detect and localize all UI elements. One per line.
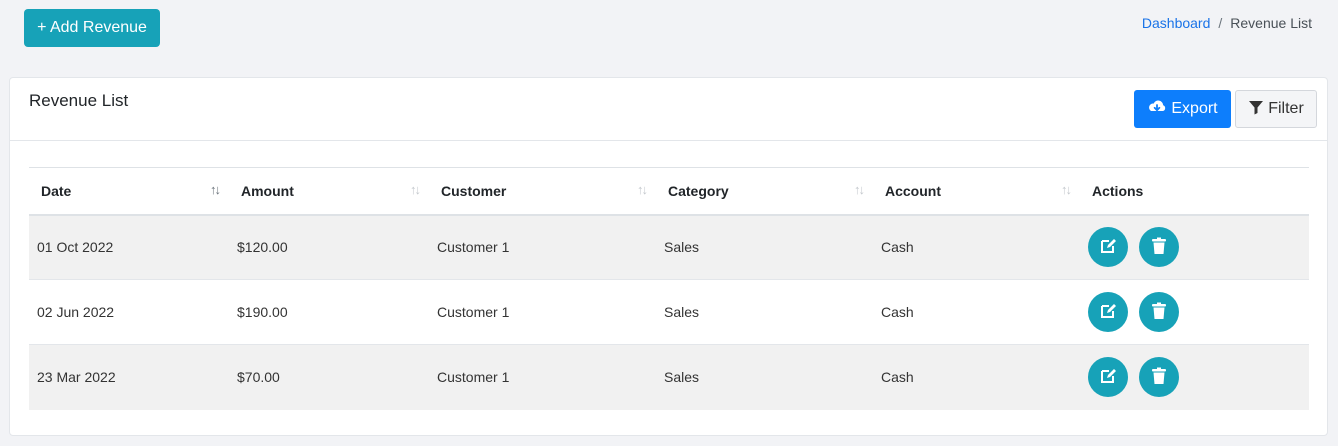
cell-actions bbox=[1080, 345, 1309, 410]
cell-account: Cash bbox=[881, 369, 914, 386]
revenue-table: Date ↑↓ Amount ↑↓ Customer ↑↓ Category ↑↓ Ac… bbox=[29, 167, 1309, 410]
cell-category: Sales bbox=[664, 239, 700, 256]
header-actions: Export Filter bbox=[1134, 90, 1317, 128]
filter-button[interactable]: Filter bbox=[1235, 90, 1317, 128]
sort-icon[interactable]: ↑↓ bbox=[854, 182, 865, 197]
card-header: Revenue List Export Filter bbox=[10, 78, 1327, 141]
delete-button[interactable] bbox=[1139, 292, 1179, 332]
trash-icon bbox=[1151, 367, 1167, 388]
filter-label: Filter bbox=[1268, 100, 1304, 117]
export-button[interactable]: Export bbox=[1134, 90, 1231, 128]
column-header-date[interactable]: Date ↑↓ bbox=[29, 168, 229, 215]
cell-customer: Customer 1 bbox=[437, 239, 510, 256]
delete-button[interactable] bbox=[1139, 227, 1179, 268]
edit-icon bbox=[1099, 367, 1117, 388]
cell-account: Cash bbox=[881, 304, 914, 320]
trash-icon bbox=[1151, 237, 1167, 258]
column-header-customer[interactable]: Customer ↑↓ bbox=[429, 168, 656, 215]
card-title: Revenue List bbox=[29, 91, 129, 110]
column-header-actions: Actions bbox=[1092, 182, 1144, 199]
edit-button[interactable] bbox=[1088, 292, 1128, 332]
cell-date: 01 Oct 2022 bbox=[37, 239, 114, 256]
column-header-category[interactable]: Category ↑↓ bbox=[656, 168, 873, 215]
cell-customer: Customer 1 bbox=[437, 304, 510, 320]
edit-button[interactable] bbox=[1088, 357, 1128, 398]
cell-amount: $120.00 bbox=[237, 239, 288, 256]
cloud-download-icon bbox=[1147, 99, 1167, 120]
cell-customer: Customer 1 bbox=[437, 369, 510, 386]
delete-button[interactable] bbox=[1139, 357, 1179, 398]
cell-account: Cash bbox=[881, 239, 914, 256]
sort-icon[interactable]: ↑↓ bbox=[1061, 182, 1072, 197]
revenue-table-wrap: Date ↑↓ Amount ↑↓ Customer ↑↓ Category ↑↓ Ac… bbox=[29, 167, 1309, 410]
cell-date: 02 Jun 2022 bbox=[37, 304, 115, 320]
cell-actions bbox=[1080, 280, 1309, 345]
cell-amount: $190.00 bbox=[237, 304, 288, 320]
breadcrumb-current: Revenue List bbox=[1230, 15, 1312, 31]
column-header-account[interactable]: Account ↑↓ bbox=[873, 168, 1080, 215]
revenue-card: Revenue List Export Filter Date ↑↓ Amoun… bbox=[9, 77, 1328, 436]
breadcrumb-separator: / bbox=[1218, 15, 1223, 31]
edit-button[interactable] bbox=[1088, 227, 1128, 268]
sort-icon[interactable]: ↑↓ bbox=[637, 182, 648, 197]
cell-date: 23 Mar 2022 bbox=[37, 369, 116, 386]
add-revenue-button[interactable]: + Add Revenue bbox=[24, 9, 160, 47]
cell-category: Sales bbox=[664, 369, 700, 386]
export-label: Export bbox=[1171, 100, 1218, 117]
sort-icon[interactable]: ↑↓ bbox=[410, 182, 421, 197]
edit-icon bbox=[1099, 237, 1117, 258]
filter-icon bbox=[1248, 99, 1264, 120]
edit-icon bbox=[1099, 302, 1117, 323]
table-header-row: Date ↑↓ Amount ↑↓ Customer ↑↓ Category ↑↓ Ac… bbox=[29, 167, 1309, 215]
table-row: 01 Oct 2022 $120.00 Customer 1 Sales Cas… bbox=[29, 214, 1309, 280]
cell-category: Sales bbox=[664, 304, 700, 320]
column-header-amount[interactable]: Amount ↑↓ bbox=[229, 168, 429, 215]
cell-actions bbox=[1080, 215, 1309, 280]
cell-amount: $70.00 bbox=[237, 369, 280, 386]
trash-icon bbox=[1151, 302, 1167, 323]
table-row: 02 Jun 2022 $190.00 Customer 1 Sales Cas… bbox=[29, 280, 1309, 345]
sort-icon[interactable]: ↑↓ bbox=[210, 182, 221, 197]
breadcrumb-dashboard-link[interactable]: Dashboard bbox=[1142, 15, 1211, 31]
breadcrumb: Dashboard / Revenue List bbox=[1142, 15, 1312, 31]
table-row: 23 Mar 2022 $70.00 Customer 1 Sales Cash bbox=[29, 344, 1309, 410]
